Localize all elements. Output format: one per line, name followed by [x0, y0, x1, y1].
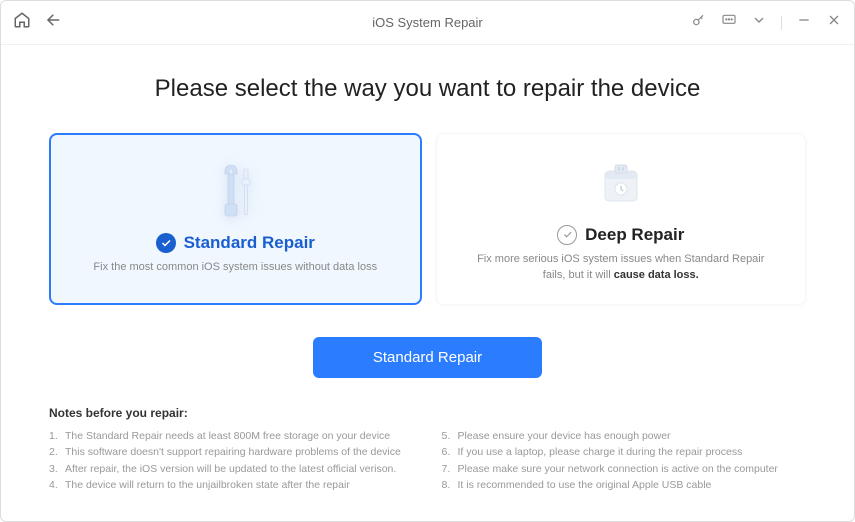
note-item: 3.After repair, the iOS version will be …: [49, 461, 414, 477]
notes-list-left: 1.The Standard Repair needs at least 800…: [49, 428, 414, 493]
page-title: Please select the way you want to repair…: [1, 75, 854, 103]
note-item: 6.If you use a laptop, please charge it …: [442, 444, 807, 460]
standard-repair-button[interactable]: Standard Repair: [313, 337, 542, 378]
feedback-icon[interactable]: [721, 12, 737, 33]
tools-icon: [211, 163, 259, 223]
note-item: 7.Please make sure your network connecti…: [442, 461, 807, 477]
titlebar-divider: [781, 16, 782, 30]
option-deep-repair[interactable]: Deep Repair Fix more serious iOS system …: [436, 133, 807, 305]
key-icon[interactable]: [691, 12, 707, 33]
option-title: Standard Repair: [184, 233, 315, 253]
home-icon[interactable]: [13, 11, 31, 34]
option-title: Deep Repair: [585, 225, 684, 245]
check-circle-icon: [156, 233, 176, 253]
minimize-icon[interactable]: [796, 12, 812, 33]
check-circle-icon: [557, 225, 577, 245]
note-item: 8.It is recommended to use the original …: [442, 477, 807, 493]
repair-options: Standard Repair Fix the most common iOS …: [1, 133, 854, 305]
back-icon[interactable]: [45, 11, 63, 34]
option-description: Fix the most common iOS system issues wi…: [93, 259, 377, 276]
device-icon: [593, 155, 649, 215]
chevron-down-icon[interactable]: [751, 12, 767, 33]
close-icon[interactable]: [826, 12, 842, 33]
note-item: 4.The device will return to the unjailbr…: [49, 477, 414, 493]
option-standard-repair[interactable]: Standard Repair Fix the most common iOS …: [49, 133, 422, 305]
titlebar: iOS System Repair: [1, 1, 854, 45]
notes-section: Notes before you repair: 1.The Standard …: [1, 406, 854, 493]
notes-list-right: 5.Please ensure your device has enough p…: [442, 428, 807, 493]
note-item: 1.The Standard Repair needs at least 800…: [49, 428, 414, 444]
option-description: Fix more serious iOS system issues when …: [473, 251, 770, 284]
note-item: 2.This software doesn't support repairin…: [49, 444, 414, 460]
window-title: iOS System Repair: [372, 15, 483, 30]
notes-heading: Notes before you repair:: [49, 406, 806, 420]
note-item: 5.Please ensure your device has enough p…: [442, 428, 807, 444]
